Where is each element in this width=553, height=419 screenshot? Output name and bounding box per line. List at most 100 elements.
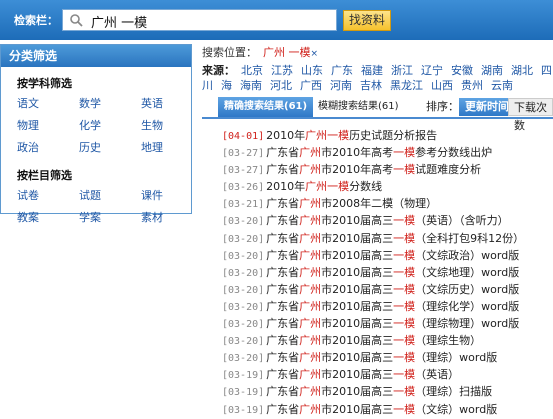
region-filter-link[interactable]: 海 xyxy=(221,79,232,92)
result-row[interactable]: [03-21] 广东省广州市2008年二模（物理） xyxy=(222,195,524,212)
result-date: [03-19] xyxy=(222,370,265,382)
result-title-link[interactable]: 广东省广州市2010届高三一模（全科打包9科12份） xyxy=(266,232,524,245)
result-row[interactable]: [03-19] 广东省广州市2010届高三一模（英语） xyxy=(222,366,524,383)
title-text: 市2010届高三 xyxy=(321,317,394,331)
title-text: 广东省 xyxy=(266,351,300,365)
highlighted-keyword: 一模 xyxy=(393,214,416,228)
region-filter-link[interactable]: 湖南 xyxy=(481,64,503,77)
tab-fuzzy-results[interactable]: 模糊搜索结果(61) xyxy=(312,97,405,117)
result-title-link[interactable]: 广东省广州市2010届高三一模（理综）word版 xyxy=(266,351,497,364)
subject-filter-link[interactable]: 数学 xyxy=(79,95,141,111)
result-title-link[interactable]: 广东省广州市2010届高三一模（英语） xyxy=(266,368,459,381)
result-title-link[interactable]: 广东省广州市2010届高三一模（理综物理）word版 xyxy=(266,317,519,330)
column-filter-link[interactable]: 学案 xyxy=(79,209,141,225)
result-title-link[interactable]: 广东省广州市2008年二模（物理） xyxy=(266,197,437,210)
subject-filter-title: 按学科筛选 xyxy=(17,77,72,90)
highlighted-keyword: 广州 xyxy=(299,299,322,313)
region-filter-link[interactable]: 山西 xyxy=(431,79,453,92)
sort-by-time-button[interactable]: 更新时间 xyxy=(459,98,515,116)
result-title-link[interactable]: 2010年广州一模历史试题分析报告 xyxy=(266,129,437,142)
title-text: 广东省 xyxy=(266,146,300,160)
subject-filter-link[interactable]: 生物 xyxy=(141,117,201,133)
region-filter-link[interactable]: 黑龙江 xyxy=(390,79,423,92)
result-title-link[interactable]: 广东省广州市2010年高考一模参考分数线出炉 xyxy=(266,146,492,159)
subject-filter-link[interactable]: 化学 xyxy=(79,117,141,133)
title-text: 市2010届高三 xyxy=(321,282,394,296)
region-filter-link[interactable]: 辽宁 xyxy=(421,64,443,77)
result-title-link[interactable]: 广东省广州市2010届高三一模（理综化学）word版 xyxy=(266,300,519,313)
region-filter-link[interactable]: 广东 xyxy=(331,64,353,77)
title-text: 广东省 xyxy=(266,265,300,279)
result-row[interactable]: [04-01] 2010年广州一模历史试题分析报告 xyxy=(222,127,524,144)
result-date: [03-20] xyxy=(222,216,265,228)
result-row[interactable]: [03-20] 广东省广州市2010届高三一模（理综化学）word版 xyxy=(222,298,524,315)
result-date: [03-21] xyxy=(222,199,265,211)
title-text: 市2010届高三 xyxy=(321,334,394,348)
result-row[interactable]: [03-20] 广东省广州市2010届高三一模（文综历史）word版 xyxy=(222,281,524,298)
tab-exact-results[interactable]: 精确搜索结果(61) xyxy=(218,97,314,117)
column-filter-link[interactable]: 试卷 xyxy=(17,187,79,203)
remove-filter-icon[interactable]: × xyxy=(311,49,319,59)
region-filter-link[interactable]: 福建 xyxy=(361,64,383,77)
highlighted-keyword: 广州一模 xyxy=(305,129,350,142)
region-filter-link[interactable]: 浙江 xyxy=(391,64,413,77)
result-title-link[interactable]: 广东省广州市2010年高考一模试题难度分析 xyxy=(266,163,481,176)
result-row[interactable]: [03-20] 广东省广州市2010届高三一模（文综地理）word版 xyxy=(222,264,524,281)
result-row[interactable]: [03-20] 广东省广州市2010届高三一模（英语）（含听力） xyxy=(222,212,524,229)
result-row[interactable]: [03-19] 广东省广州市2010届高三一模（文综）word版 xyxy=(222,401,524,418)
result-title-link[interactable]: 广东省广州市2010届高三一模（文综地理）word版 xyxy=(266,266,519,279)
column-filter-link[interactable]: 课件 xyxy=(141,187,201,203)
region-filter-link[interactable]: 云南 xyxy=(491,79,513,92)
highlighted-keyword: 广州 xyxy=(299,163,322,177)
region-filter-link[interactable]: 北京 xyxy=(241,64,263,77)
column-filter-link[interactable]: 教案 xyxy=(17,209,79,225)
result-title-link[interactable]: 广东省广州市2010届高三一模（文综政治）word版 xyxy=(266,249,519,262)
region-filter-link[interactable]: 吉林 xyxy=(360,79,382,92)
result-row[interactable]: [03-20] 广东省广州市2010届高三一模（全科打包9科12份） xyxy=(222,230,524,247)
result-row[interactable]: [03-27] 广东省广州市2010年高考一模参考分数线出炉 xyxy=(222,144,524,161)
result-row[interactable]: [03-27] 广东省广州市2010年高考一模试题难度分析 xyxy=(222,161,524,178)
subject-filter-link[interactable]: 政治 xyxy=(17,139,79,155)
subject-filter-link[interactable]: 历史 xyxy=(79,139,141,155)
subject-filter-link[interactable]: 英语 xyxy=(141,95,201,111)
result-title-link[interactable]: 广东省广州市2010届高三一模（理综）扫描版 xyxy=(266,385,492,398)
result-row[interactable]: [03-26] 2010年广州一模分数线 xyxy=(222,178,524,195)
title-text: 市2010届高三 xyxy=(321,385,394,399)
search-bar: 检索栏： 广州 一模 找资料 xyxy=(0,0,553,40)
region-filter-link[interactable]: 贵州 xyxy=(461,79,483,92)
column-filter-link[interactable]: 素材 xyxy=(141,209,201,225)
result-date: [03-19] xyxy=(222,387,265,399)
sort-by-downloads-button[interactable]: 下载次数 xyxy=(508,98,553,132)
subject-filter-link[interactable]: 地理 xyxy=(141,139,201,155)
subject-filter-link[interactable]: 物理 xyxy=(17,117,79,133)
result-row[interactable]: [03-19] 广东省广州市2010届高三一模（理综）扫描版 xyxy=(222,383,524,400)
result-title-link[interactable]: 广东省广州市2010届高三一模（英语）（含听力） xyxy=(266,214,509,227)
region-filter-link[interactable]: 海南 xyxy=(240,79,262,92)
column-filter-link[interactable]: 试题 xyxy=(79,187,141,203)
subject-filter-link[interactable]: 语文 xyxy=(17,95,79,111)
search-button[interactable]: 找资料 xyxy=(343,10,391,31)
result-row[interactable]: [03-20] 广东省广州市2010届高三一模（理综物理）word版 xyxy=(222,315,524,332)
result-title-link[interactable]: 广东省广州市2010届高三一模（文综）word版 xyxy=(266,403,497,416)
region-filter-link[interactable]: 广西 xyxy=(300,79,322,92)
result-date: [04-01] xyxy=(222,131,265,142)
result-row[interactable]: [03-20] 广东省广州市2010届高三一模（理综生物） xyxy=(222,332,524,349)
result-row[interactable]: [03-20] 广东省广州市2010届高三一模（文综政治）word版 xyxy=(222,247,524,264)
title-text: 广东省 xyxy=(266,231,300,245)
source-filter: 来源： 北京 江苏 山东 广东 福建 浙江 辽宁 安徽 湖南 湖北 四川海海南 河北 广西 河南 吉林 黑龙江山… xyxy=(202,63,552,93)
region-filter-link[interactable]: 河北 xyxy=(270,79,292,92)
result-title-link[interactable]: 广东省广州市2010届高三一模（理综生物） xyxy=(266,334,481,347)
result-row[interactable]: [03-20] 广东省广州市2010届高三一模（理综）word版 xyxy=(222,349,524,366)
title-text: 市2010年高考 xyxy=(321,146,394,160)
region-filter-link[interactable]: 江苏 xyxy=(271,64,293,77)
highlighted-keyword: 广州 xyxy=(299,214,322,228)
region-filter-link[interactable]: 湖北 xyxy=(511,64,533,77)
result-title-link[interactable]: 广东省广州市2010届高三一模（文综历史）word版 xyxy=(266,283,519,296)
title-text: 参考分数线出炉 xyxy=(415,146,493,160)
region-filter-link[interactable]: 河南 xyxy=(330,79,352,92)
result-title-link[interactable]: 2010年广州一模分数线 xyxy=(266,180,382,193)
title-text: 广东省 xyxy=(266,248,300,262)
region-filter-link[interactable]: 安徽 xyxy=(451,64,473,77)
search-input[interactable]: 广州 一模 xyxy=(62,9,337,31)
region-filter-link[interactable]: 山东 xyxy=(301,64,323,77)
